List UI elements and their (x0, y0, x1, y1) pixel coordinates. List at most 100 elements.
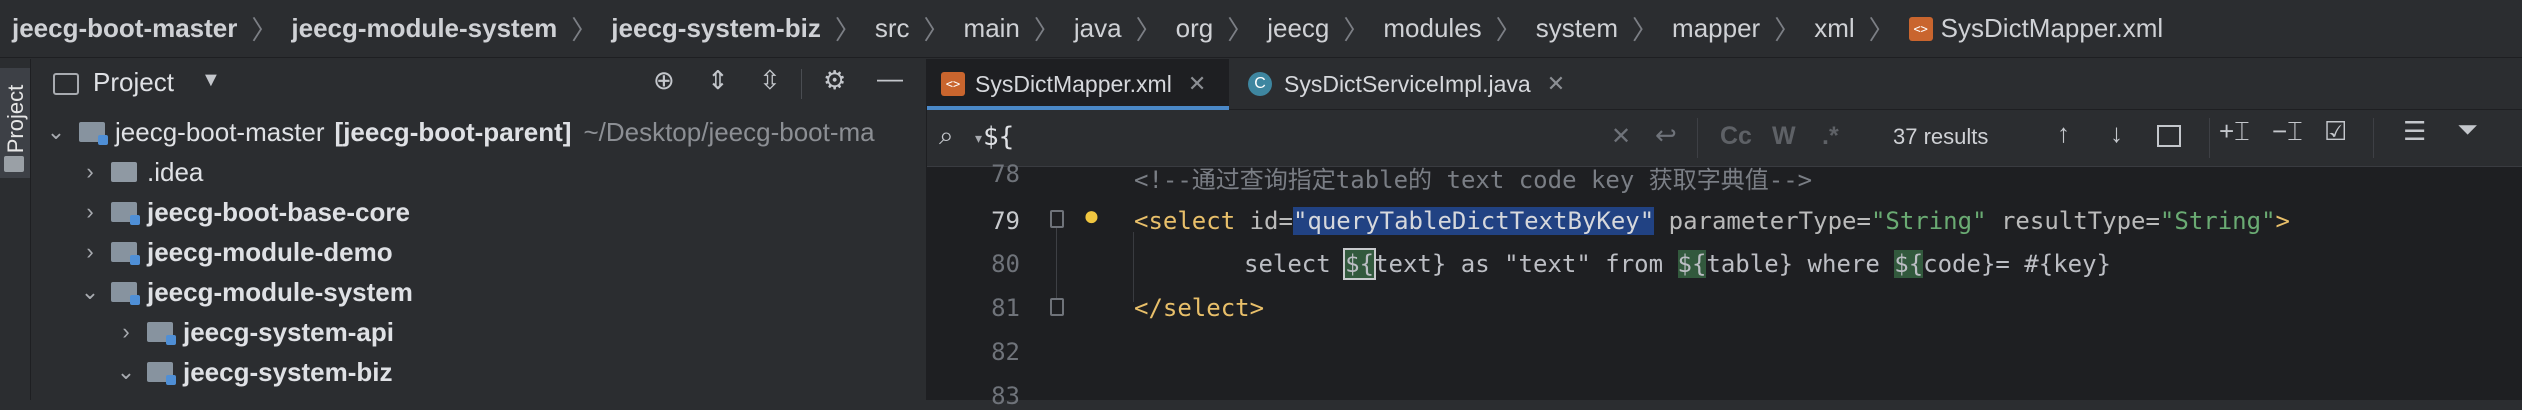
line-number: 83 (991, 382, 1020, 410)
filter-icon[interactable]: ⏷ (2457, 114, 2478, 146)
chevron-right-icon[interactable]: › (75, 159, 105, 185)
line-number: 78 (991, 160, 1020, 188)
search-match: ${ (1677, 250, 1707, 278)
project-panel-title[interactable]: Project (93, 67, 174, 98)
line-number: 80 (991, 250, 1020, 278)
tree-item[interactable]: ⌄ jeecg-module-system (31, 272, 413, 312)
add-occurrence-icon[interactable]: +⌶ (2219, 116, 2250, 148)
results-count: 37 results (1893, 124, 1989, 149)
tree-item[interactable]: › jeecg-module-demo (31, 232, 392, 272)
breadcrumb-separator: 〉 (1868, 15, 1895, 45)
tree-item[interactable]: › jeecg-boot-base-core (31, 192, 410, 232)
breadcrumb-item[interactable]: modules (1383, 13, 1481, 44)
tree-item-label: jeecg-system-api (183, 316, 394, 347)
fold-icon[interactable] (1050, 298, 1064, 316)
module-folder-icon (111, 242, 140, 265)
tree-item-path: ~/Desktop/jeecg-boot-ma (583, 116, 875, 147)
tree-item-root[interactable]: ⌄ jeecg-boot-master [jeecg-boot-parent] … (31, 112, 875, 152)
breadcrumb-item[interactable]: jeecg-module-system (291, 13, 557, 44)
chevron-right-icon[interactable]: › (111, 319, 141, 345)
tree-item[interactable]: › .idea (31, 152, 203, 192)
arrow-down-icon[interactable]: ↓ (2110, 118, 2123, 149)
module-folder-icon (111, 202, 140, 225)
code-line-80: select ${text} as "text" from ${table} w… (1244, 248, 2111, 280)
breadcrumb-separator: 〉 (251, 15, 278, 45)
lightbulb-icon[interactable]: ● (1083, 200, 1100, 232)
breadcrumb-separator: 〉 (1135, 15, 1162, 45)
chevron-down-icon[interactable]: ▾ (975, 130, 982, 147)
regex-toggle[interactable]: .* (1822, 122, 1839, 151)
chevron-down-icon[interactable]: ▼ (201, 69, 221, 92)
tree-item-label: .idea (147, 156, 204, 187)
close-icon[interactable]: ✕ (1547, 71, 1565, 97)
gear-icon[interactable]: ⚙ (823, 65, 846, 96)
select-all-occurrences-icon[interactable]: ☑ (2324, 116, 2347, 147)
collapse-all-icon[interactable]: ⇳ (759, 65, 781, 96)
tree-item[interactable]: ⌄ jeecg-system-biz (31, 352, 393, 392)
minimize-icon[interactable]: — (877, 63, 903, 94)
breadcrumb-item[interactable]: system (1536, 13, 1618, 44)
chevron-down-icon[interactable]: ⌄ (41, 119, 71, 145)
code-text: text} as "text" from (1374, 250, 1678, 278)
open-in-window-icon[interactable] (2157, 125, 2181, 147)
match-case-toggle[interactable]: Cc (1720, 122, 1752, 151)
breadcrumb-separator: 〉 (571, 15, 598, 45)
breadcrumb-item[interactable]: jeecg-boot-master (12, 13, 237, 44)
filter-lines-icon[interactable]: ☰ (2403, 116, 2426, 147)
tab-sysdictmapper-xml[interactable]: <> SysDictMapper.xml ✕ (927, 59, 1229, 109)
locate-icon[interactable]: ⊕ (653, 65, 675, 96)
chevron-right-icon[interactable]: › (75, 199, 105, 225)
xml-tag-open: <select (1134, 207, 1250, 235)
clear-search-icon[interactable]: ✕ (1611, 122, 1631, 151)
breadcrumb-separator: 〉 (923, 15, 950, 45)
breadcrumb-item[interactable]: jeecg-system-biz (611, 13, 821, 44)
project-view-icon (53, 73, 79, 95)
search-icon[interactable]: ⌕ (939, 120, 954, 152)
breadcrumb-item[interactable]: xml (1814, 13, 1854, 44)
code-line-79: <select id="queryTableDictTextByKey" par… (1134, 207, 2290, 235)
breadcrumb-separator: 〉 (1343, 15, 1370, 45)
expand-all-icon[interactable]: ⇕ (707, 65, 729, 96)
breadcrumb-item[interactable]: java (1074, 13, 1122, 44)
code-editor[interactable] (927, 167, 2522, 400)
find-divider (2209, 118, 2210, 158)
module-folder-icon (147, 362, 176, 385)
arrow-up-icon[interactable]: ↑ (2057, 118, 2070, 149)
breadcrumb-separator: 〉 (1033, 15, 1060, 45)
chevron-down-icon[interactable]: ⌄ (111, 359, 141, 385)
fold-guide (1056, 228, 1057, 298)
line-number: 82 (991, 338, 1020, 366)
tab-label: SysDictServiceImpl.java (1284, 70, 1531, 97)
breadcrumb-item-file[interactable]: SysDictMapper.xml (1941, 13, 2164, 44)
selected-text: "queryTableDictTextByKey" (1292, 207, 1655, 235)
breadcrumb-separator: 〉 (1495, 15, 1522, 45)
project-strip-label: Project (3, 84, 28, 154)
breadcrumb-item[interactable]: jeecg (1267, 13, 1329, 44)
new-line-icon[interactable]: ↩ (1655, 120, 1677, 151)
fold-icon[interactable] (1050, 210, 1064, 228)
breadcrumb-item[interactable]: org (1176, 13, 1214, 44)
breadcrumb: jeecg-boot-master 〉 jeecg-module-system … (0, 0, 2522, 58)
close-icon[interactable]: ✕ (1188, 71, 1206, 97)
module-folder-icon (147, 322, 176, 345)
chevron-right-icon[interactable]: › (75, 239, 105, 265)
find-divider (2373, 118, 2374, 158)
code-text: table} where (1706, 250, 1895, 278)
chevron-down-icon[interactable]: ⌄ (75, 279, 105, 305)
breadcrumb-separator: 〉 (834, 15, 861, 45)
tree-item-module-name: [jeecg-boot-parent] (334, 116, 572, 147)
xml-attr-value: "String" (1870, 207, 1987, 235)
breadcrumb-item[interactable]: src (875, 13, 910, 44)
tree-item[interactable]: › jeecg-system-api (31, 312, 394, 352)
tab-label: SysDictMapper.xml (975, 70, 1172, 97)
tree-item-label: jeecg-module-system (147, 276, 413, 307)
breadcrumb-item[interactable]: main (964, 13, 1020, 44)
find-divider (1697, 118, 1698, 158)
class-icon: C (1248, 72, 1272, 96)
find-input[interactable]: ${ (983, 122, 1014, 152)
tab-sysdictserviceimpl-java[interactable]: C SysDictServiceImpl.java ✕ (1240, 59, 1580, 109)
breadcrumb-item[interactable]: mapper (1672, 13, 1760, 44)
remove-occurrence-icon[interactable]: −⌶ (2272, 116, 2303, 148)
code-text: select (1244, 250, 1346, 278)
whole-words-toggle[interactable]: W (1772, 122, 1796, 151)
